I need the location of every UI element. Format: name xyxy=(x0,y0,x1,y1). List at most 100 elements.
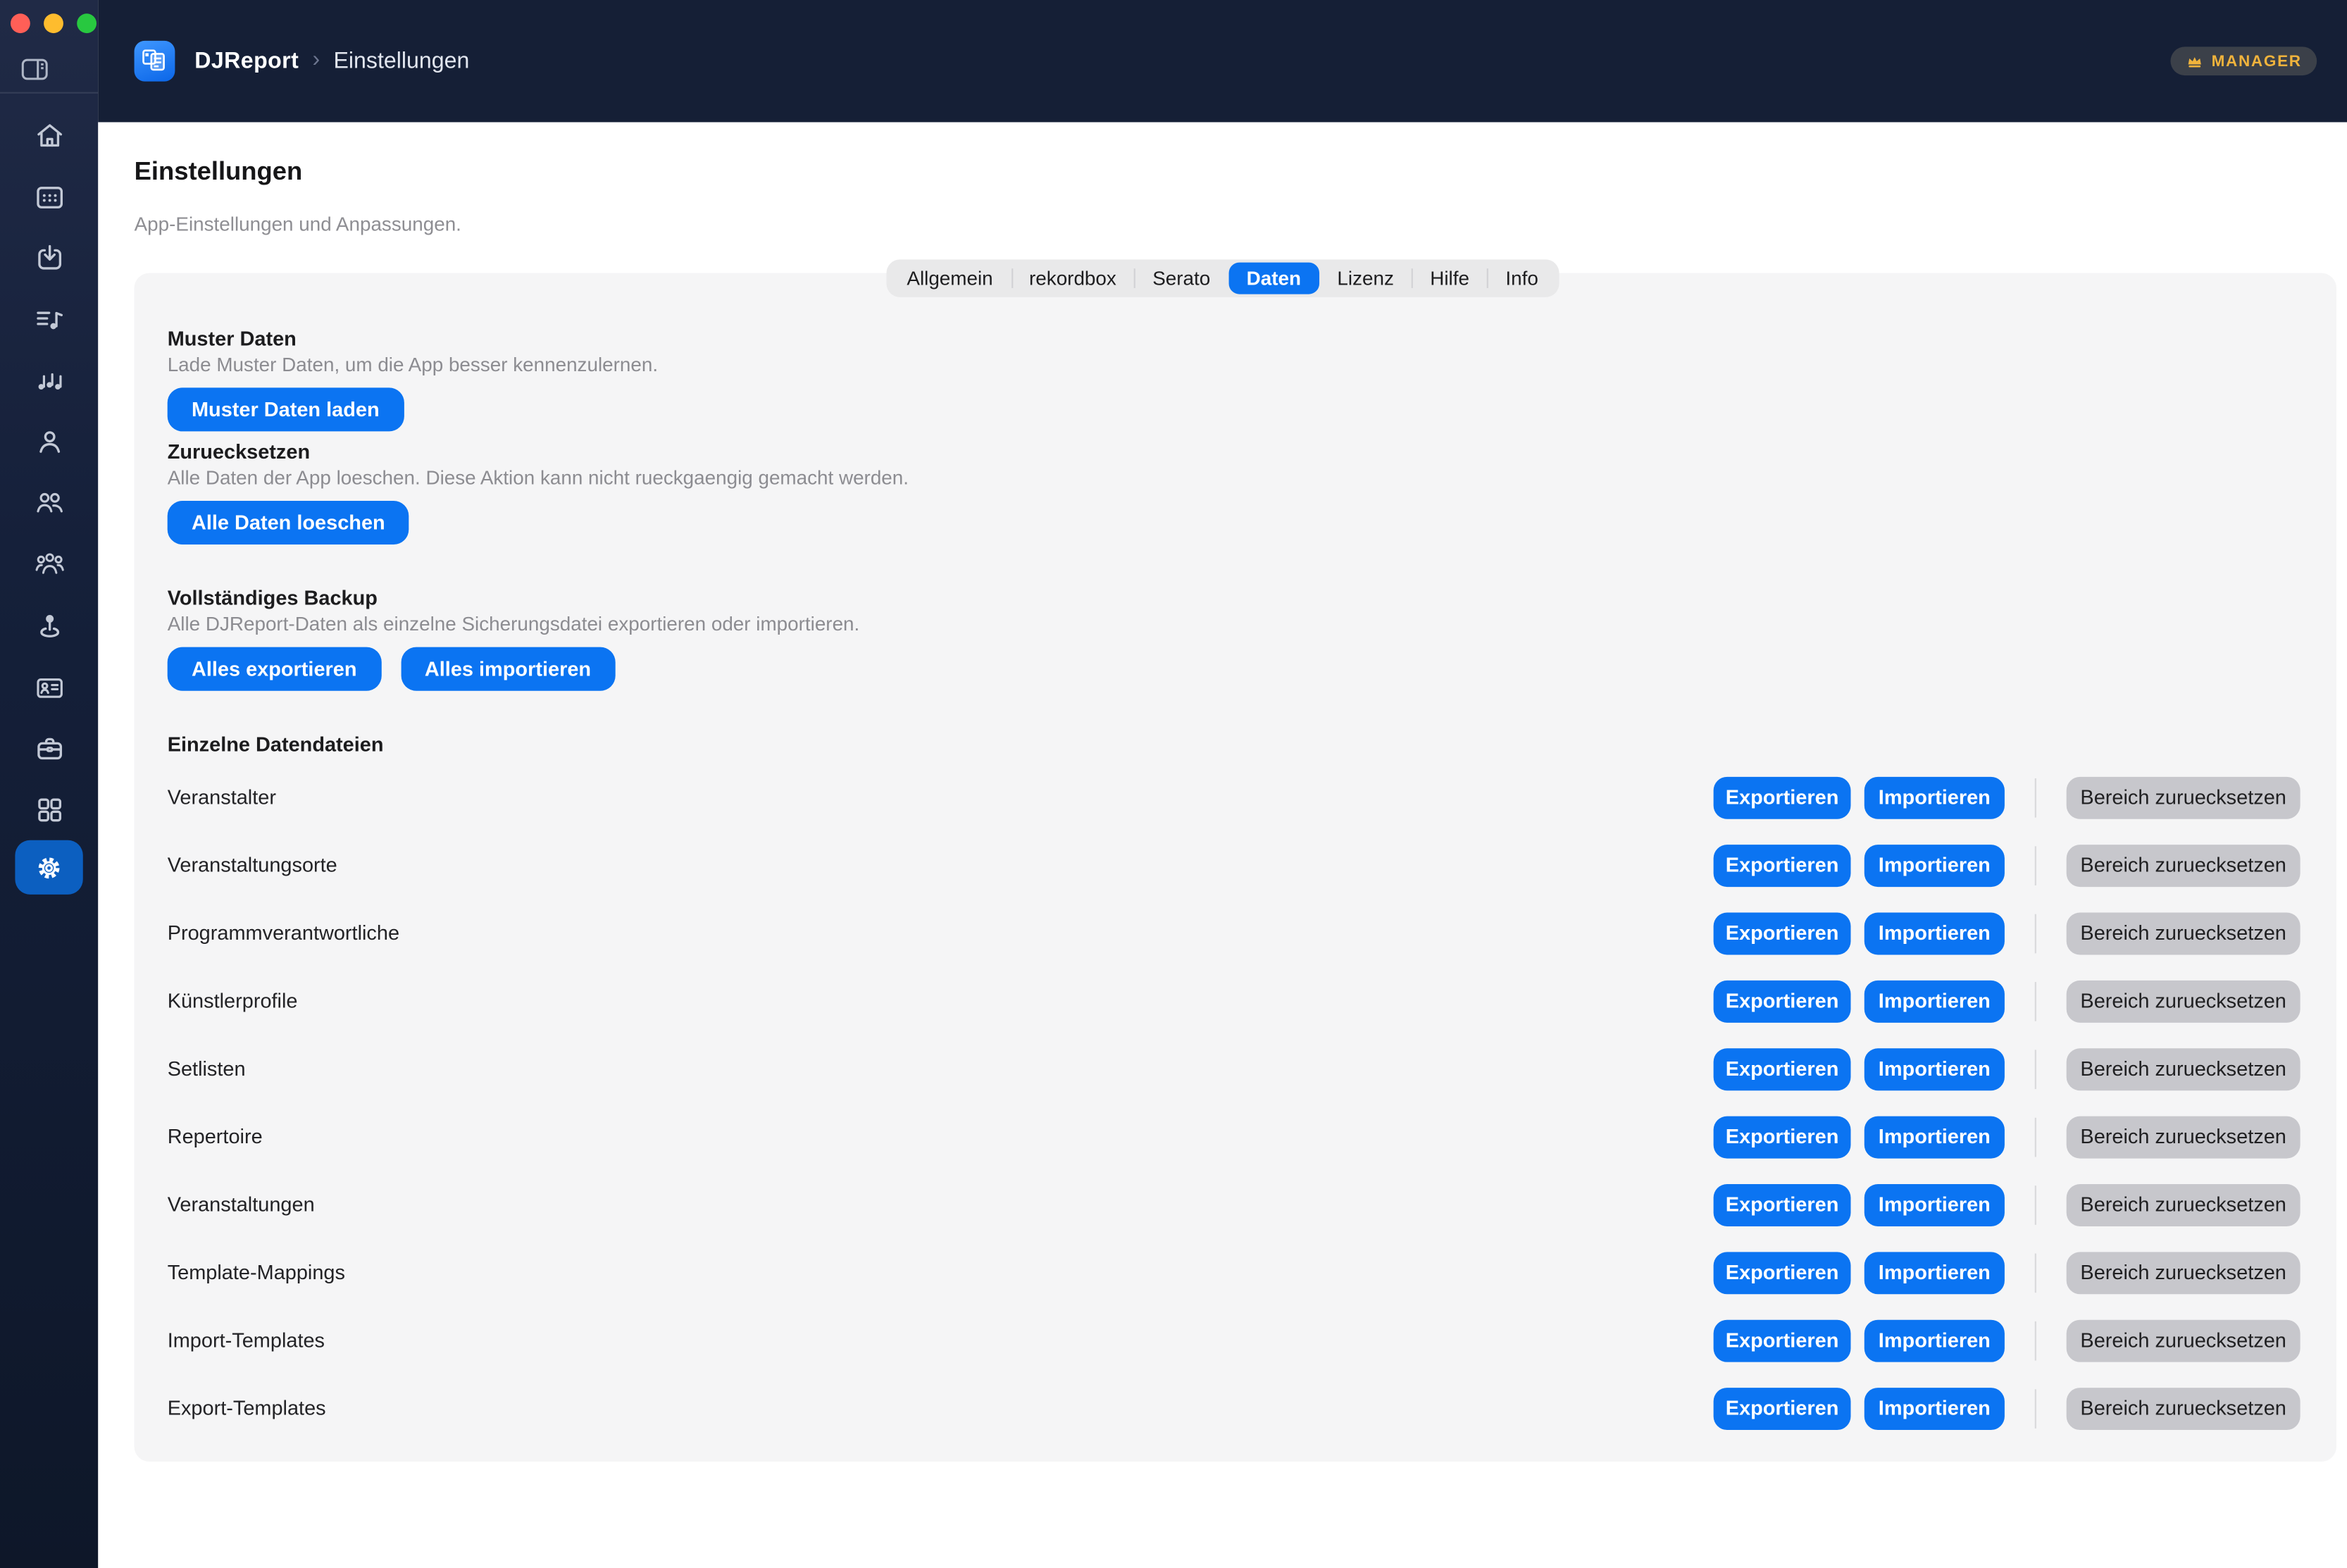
data-file-row: SetlistenExportieren Importieren Bereich z… xyxy=(168,1035,2301,1102)
sidebar-item-settings-active[interactable] xyxy=(15,840,82,895)
calendar-icon xyxy=(32,180,66,213)
sidebar-item-import[interactable] xyxy=(0,228,98,289)
sidebar-item-artist-profile[interactable] xyxy=(0,411,98,473)
import-button[interactable]: Importieren xyxy=(1864,776,2005,819)
import-button[interactable]: Importieren xyxy=(1864,911,2005,954)
sidebar-item-team[interactable] xyxy=(0,533,98,595)
sidebar-item-calendar[interactable] xyxy=(0,167,98,228)
tab-daten[interactable]: Daten xyxy=(1228,263,1319,294)
load-sample-data-button[interactable]: Muster Daten laden xyxy=(168,387,404,431)
row-label: Veranstaltungsorte xyxy=(168,854,1714,876)
data-file-rows: VeranstalterExportierenImportierenBereic… xyxy=(168,764,2301,1443)
sidebar-item-setlists[interactable] xyxy=(0,289,98,350)
import-button[interactable]: Importieren xyxy=(1864,1319,2005,1362)
row-label: Programmverantwortliche xyxy=(168,921,1714,944)
tab-allgemein[interactable]: Allgemein xyxy=(889,263,1011,294)
export-all-button[interactable]: Alles exportieren xyxy=(168,647,381,691)
reset-area-button[interactable]: Bereich zuruecksetzen xyxy=(2067,1183,2301,1226)
crown-icon xyxy=(2186,52,2204,70)
reset-area-button[interactable]: Bereich zuruecksetzen xyxy=(2067,1387,2301,1429)
import-button[interactable]: Importieren xyxy=(1864,980,2005,1022)
row-divider xyxy=(2035,1252,2036,1292)
reset-area-button[interactable]: Bereich zuruecksetzen xyxy=(2067,776,2301,819)
tab-rekordbox[interactable]: rekordbox xyxy=(1011,263,1134,294)
section-title-backup: Vollständiges Backup xyxy=(168,587,2301,611)
row-label: Export-Templates xyxy=(168,1397,1714,1419)
section-desc-reset: Alle Daten der App loeschen. Diese Aktio… xyxy=(168,466,2301,490)
import-button[interactable]: Importieren xyxy=(1864,1387,2005,1429)
page-subtitle: App-Einstellungen und Anpassungen. xyxy=(135,213,461,235)
tab-info[interactable]: Info xyxy=(1488,263,1557,294)
delete-all-data-button[interactable]: Alle Daten loeschen xyxy=(168,501,409,545)
tab-hilfe[interactable]: Hilfe xyxy=(1412,263,1488,294)
export-button[interactable]: Exportieren xyxy=(1714,1319,1851,1362)
row-divider xyxy=(2035,1117,2036,1157)
sidebar-item-venues[interactable] xyxy=(0,596,98,657)
data-file-row: VeranstaltungsorteExportieren Importieren… xyxy=(168,831,2301,899)
home-icon xyxy=(32,120,66,153)
manager-badge[interactable]: MANAGER xyxy=(2171,46,2317,75)
row-divider xyxy=(2035,981,2036,1021)
data-file-row: VeranstalterExportieren Importieren Bereic… xyxy=(168,764,2301,831)
row-divider xyxy=(2035,778,2036,817)
settings-panel: Muster Daten Lade Muster Daten, um die A… xyxy=(135,273,2336,1462)
export-button[interactable]: Exportieren xyxy=(1714,1116,1851,1158)
reset-area-button[interactable]: Bereich zuruecksetzen xyxy=(2067,980,2301,1022)
row-divider xyxy=(2035,1185,2036,1224)
row-divider xyxy=(2035,914,2036,953)
reset-area-button[interactable]: Bereich zuruecksetzen xyxy=(2067,1047,2301,1090)
gear-icon xyxy=(33,852,65,883)
sidebar-item-id-cards[interactable] xyxy=(0,657,98,718)
export-button[interactable]: Exportieren xyxy=(1714,911,1851,954)
sidebar-item-contacts[interactable] xyxy=(0,472,98,533)
row-label: Veranstaltungen xyxy=(168,1193,1714,1216)
sidebar-item-home[interactable] xyxy=(0,106,98,167)
row-label: Künstlerprofile xyxy=(168,990,1714,1012)
import-button[interactable]: Importieren xyxy=(1864,1183,2005,1226)
row-label: Veranstalter xyxy=(168,786,1714,809)
data-file-row: ProgrammverantwortlicheExportieren Import… xyxy=(168,899,2301,966)
reset-area-button[interactable]: Bereich zuruecksetzen xyxy=(2067,1116,2301,1158)
import-button[interactable]: Importieren xyxy=(1864,844,2005,886)
export-button[interactable]: Exportieren xyxy=(1714,844,1851,886)
export-button[interactable]: Exportieren xyxy=(1714,1183,1851,1226)
row-label: Setlisten xyxy=(168,1057,1714,1080)
data-file-row: VeranstaltungenExportieren Importieren Ber… xyxy=(168,1171,2301,1238)
row-label: Import-Templates xyxy=(168,1329,1714,1352)
export-button[interactable]: Exportieren xyxy=(1714,1387,1851,1429)
sidebar-item-repertoire[interactable] xyxy=(0,350,98,411)
sidebar xyxy=(0,0,98,1568)
map-pin-icon xyxy=(32,610,66,643)
data-file-row: Import-TemplatesExportieren Importieren Be… xyxy=(168,1306,2301,1374)
import-button[interactable]: Importieren xyxy=(1864,1116,2005,1158)
export-button[interactable]: Exportieren xyxy=(1714,1251,1851,1293)
sidebar-item-templates[interactable] xyxy=(0,779,98,840)
sidebar-divider xyxy=(0,92,98,94)
export-button[interactable]: Exportieren xyxy=(1714,776,1851,819)
export-button[interactable]: Exportieren xyxy=(1714,1047,1851,1090)
two-people-icon xyxy=(32,486,66,519)
sidebar-item-business[interactable] xyxy=(0,718,98,779)
manager-badge-label: MANAGER xyxy=(2212,52,2302,70)
person-icon xyxy=(32,425,66,458)
import-button[interactable]: Importieren xyxy=(1864,1251,2005,1293)
import-all-button[interactable]: Alles importieren xyxy=(401,647,616,691)
reset-area-button[interactable]: Bereich zuruecksetzen xyxy=(2067,844,2301,886)
close-window-button[interactable] xyxy=(11,13,30,33)
zoom-window-button[interactable] xyxy=(77,13,97,33)
export-button[interactable]: Exportieren xyxy=(1714,980,1851,1022)
minimize-window-button[interactable] xyxy=(44,13,63,33)
import-button[interactable]: Importieren xyxy=(1864,1047,2005,1090)
reset-area-button[interactable]: Bereich zuruecksetzen xyxy=(2067,1251,2301,1293)
panel-toggle-icon[interactable] xyxy=(20,54,50,82)
settings-tabs: AllgemeinrekordboxSeratoDatenLizenzHilfe… xyxy=(885,259,1559,297)
tab-lizenz[interactable]: Lizenz xyxy=(1319,263,1412,294)
reset-area-button[interactable]: Bereich zuruecksetzen xyxy=(2067,911,2301,954)
row-divider xyxy=(2035,845,2036,885)
data-file-row: Export-TemplatesExportieren Importieren Be… xyxy=(168,1374,2301,1442)
tab-serato[interactable]: Serato xyxy=(1135,263,1228,294)
data-file-row: KünstlerprofileExportieren Importieren Ber… xyxy=(168,967,2301,1035)
breadcrumb-app-name[interactable]: DJReport xyxy=(194,49,299,74)
reset-area-button[interactable]: Bereich zuruecksetzen xyxy=(2067,1319,2301,1362)
id-card-icon xyxy=(32,671,66,704)
